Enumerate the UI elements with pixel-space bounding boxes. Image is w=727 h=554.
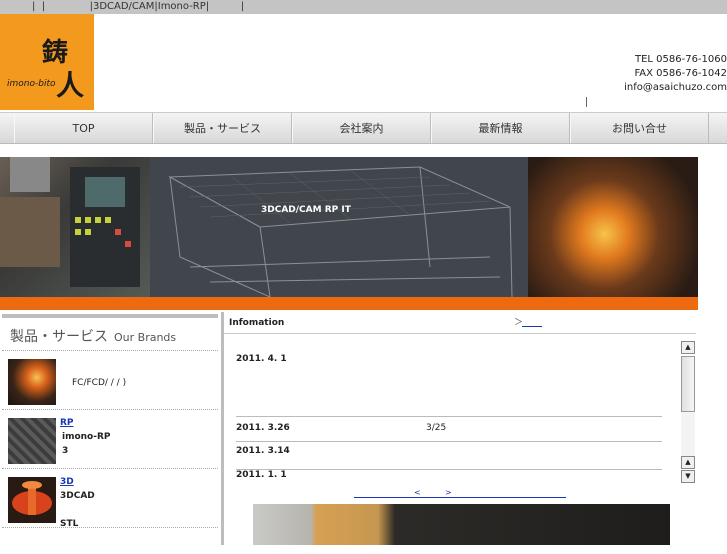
news-date: 2011. 4. 1 bbox=[236, 354, 287, 364]
news-item[interactable]: 2011. 3.26 3/25 bbox=[236, 416, 662, 442]
phone-number: TEL 0586-76-1060 bbox=[634, 54, 727, 65]
banner-machine-photo bbox=[0, 157, 150, 297]
nav-news[interactable]: 最新情報 bbox=[431, 113, 570, 143]
rp-link[interactable]: RP bbox=[60, 418, 74, 428]
logo-kanji-bottom: 人 bbox=[56, 69, 85, 102]
news-scrollbar[interactable]: ▲ ▲ ▼ bbox=[681, 341, 695, 484]
banner-cad-wireframe bbox=[150, 157, 528, 297]
main-nav: TOP 製品・サービス 会社案内 最新情報 お問い合せ bbox=[0, 112, 727, 144]
product-item-3d[interactable]: 3D 3DCAD STL bbox=[2, 469, 218, 529]
rp-name: imono-RP bbox=[62, 432, 111, 442]
casting-thumbnail[interactable] bbox=[8, 359, 56, 405]
machine-panel-graphic bbox=[0, 157, 140, 287]
hero-banner: 3DCAD/CAM RP IT bbox=[0, 157, 698, 297]
rp-desc: 3 bbox=[62, 446, 69, 456]
logo-kanji-top: 鋳 bbox=[42, 38, 69, 68]
header-divider bbox=[586, 97, 587, 107]
news-date: 2011. 3.26 bbox=[236, 423, 290, 433]
featured-photo bbox=[253, 504, 670, 545]
nav-products[interactable]: 製品・サービス bbox=[153, 113, 292, 143]
cad-wireframe-graphic bbox=[168, 166, 513, 297]
news-pager[interactable]: < > bbox=[354, 488, 566, 498]
products-heading-ja: 製品・サービス bbox=[10, 329, 108, 345]
email-address[interactable]: info@asaichuzo.com bbox=[624, 81, 727, 95]
info-header: Infomation ＞ bbox=[224, 312, 696, 334]
pager-next[interactable]: > bbox=[445, 488, 452, 497]
top-utility-bar: | | |3DCAD/CAM|Imono-RP| | bbox=[0, 0, 727, 14]
fax-number: FAX 0586-76-1042 bbox=[634, 68, 727, 79]
3d-name: 3DCAD bbox=[60, 491, 95, 501]
3d-thumbnail[interactable] bbox=[8, 477, 56, 523]
info-label: Infomation bbox=[229, 318, 285, 328]
site-logo[interactable]: 鋳 人 imono-bito bbox=[0, 14, 94, 110]
news-date: 2011. 1. 1 bbox=[236, 470, 287, 480]
3d-link[interactable]: 3D bbox=[60, 477, 74, 487]
scroll-step-up-button[interactable]: ▲ bbox=[681, 456, 695, 469]
scroll-down-button[interactable]: ▼ bbox=[681, 470, 695, 483]
banner-molten-metal-photo bbox=[528, 157, 698, 297]
logo-romaji: imono-bito bbox=[7, 79, 56, 89]
banner-caption: 3DCAD/CAM RP IT bbox=[261, 205, 351, 215]
banner-accent-strip bbox=[0, 297, 698, 310]
news-list: 2011. 4. 1 2011. 3.26 3/25 2011. 3.14 20… bbox=[224, 338, 696, 490]
casting-link[interactable] bbox=[60, 359, 92, 369]
products-heading: 製品・サービス Our Brands bbox=[2, 318, 218, 351]
scroll-up-button[interactable]: ▲ bbox=[681, 341, 695, 354]
news-text: 3/25 bbox=[426, 423, 447, 433]
product-item-casting[interactable]: FC/FCD/ / / ) bbox=[2, 351, 218, 410]
contact-info: TEL 0586-76-1060 FAX 0586-76-1042 info@a… bbox=[624, 53, 727, 95]
nav-company[interactable]: 会社案内 bbox=[292, 113, 431, 143]
scroll-thumb[interactable] bbox=[681, 356, 695, 412]
news-date: 2011. 3.14 bbox=[236, 446, 290, 456]
rp-thumbnail[interactable] bbox=[8, 418, 56, 464]
pager-prev[interactable]: < bbox=[414, 488, 421, 497]
3d-desc: STL bbox=[60, 519, 79, 529]
products-panel: 製品・サービス Our Brands FC/FCD/ / / ) RP imono… bbox=[2, 314, 218, 554]
nav-top[interactable]: TOP bbox=[14, 113, 153, 143]
info-more-link[interactable] bbox=[522, 326, 542, 327]
3d-model-icon bbox=[12, 481, 52, 515]
casting-desc: FC/FCD/ / / ) bbox=[72, 378, 127, 388]
nav-contact[interactable]: お問い合せ bbox=[570, 113, 709, 143]
products-heading-en: Our Brands bbox=[114, 331, 177, 344]
news-item[interactable]: 2011. 1. 1 bbox=[236, 470, 662, 480]
news-item[interactable]: 2011. 4. 1 bbox=[236, 354, 662, 364]
news-item[interactable]: 2011. 3.14 bbox=[236, 446, 662, 470]
product-item-rp[interactable]: RP imono-RP 3 bbox=[2, 410, 218, 469]
